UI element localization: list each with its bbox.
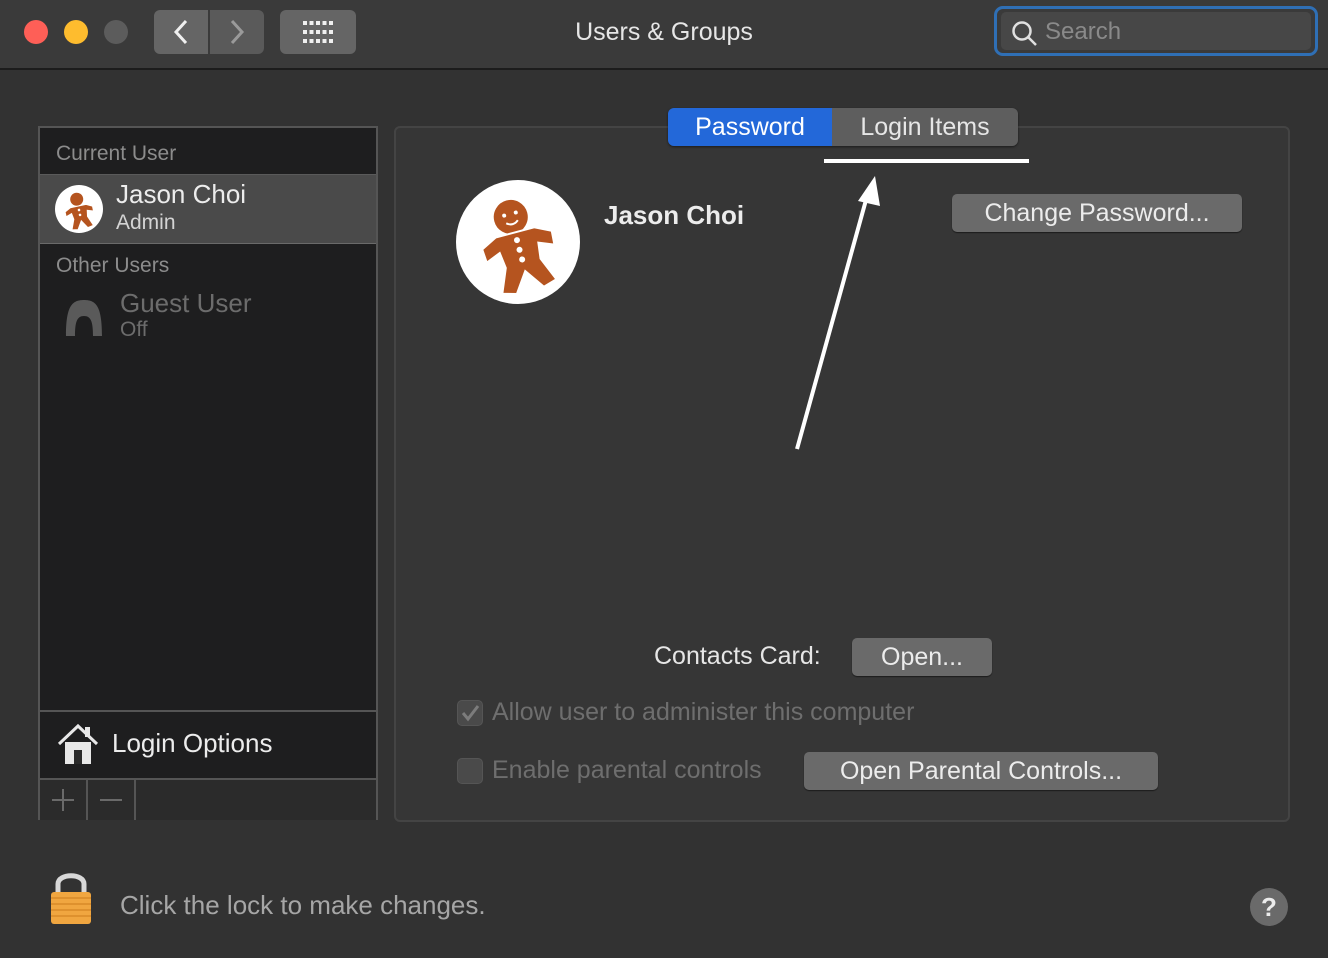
change-password-button[interactable]: Change Password... xyxy=(952,194,1242,232)
user-name: Jason Choi xyxy=(116,179,247,209)
login-options-item[interactable]: Login Options xyxy=(40,710,376,780)
user-role: Admin xyxy=(116,211,176,234)
login-options-label: Login Options xyxy=(112,728,273,758)
other-users-label: Other Users xyxy=(56,254,170,277)
contacts-card-label: Contacts Card: xyxy=(654,642,821,670)
checkmark-icon xyxy=(461,705,480,722)
house-icon xyxy=(57,723,99,764)
guest-user-icon xyxy=(66,300,102,336)
allow-admin-label: Allow user to administer this computer xyxy=(492,698,915,726)
open-parental-controls-button[interactable]: Open Parental Controls... xyxy=(804,752,1158,790)
open-contacts-button[interactable]: Open... xyxy=(852,638,992,676)
tab-bar: Password Login Items xyxy=(668,108,1018,146)
search-input[interactable] xyxy=(1045,17,1305,47)
minus-icon xyxy=(100,799,122,801)
user-list: Current User Jason Choi Admin Other User… xyxy=(38,126,378,820)
guest-user-status: Off xyxy=(120,318,148,341)
add-user-button[interactable] xyxy=(40,780,88,820)
title-bar: Users & Groups xyxy=(0,0,1328,70)
plus-icon xyxy=(52,789,74,811)
lock-icon[interactable] xyxy=(48,868,94,926)
allow-admin-checkbox[interactable] xyxy=(457,700,483,726)
parental-controls-label: Enable parental controls xyxy=(492,756,762,784)
list-toolbar xyxy=(40,778,376,820)
user-avatar-large[interactable] xyxy=(456,180,580,304)
user-row-guest[interactable]: Guest User Off xyxy=(40,286,376,354)
avatar xyxy=(55,185,103,233)
guest-user-name: Guest User xyxy=(120,288,252,318)
remove-user-button[interactable] xyxy=(88,780,136,820)
tab-password[interactable]: Password xyxy=(668,108,832,146)
lock-message: Click the lock to make changes. xyxy=(120,890,486,920)
search-icon xyxy=(1012,21,1037,46)
user-row-current[interactable]: Jason Choi Admin xyxy=(40,174,376,244)
current-user-label: Current User xyxy=(56,142,177,165)
tab-login-items[interactable]: Login Items xyxy=(832,108,1018,146)
user-full-name: Jason Choi xyxy=(604,200,745,230)
parental-controls-checkbox[interactable] xyxy=(457,758,483,784)
help-button[interactable]: ? xyxy=(1250,888,1288,926)
search-field[interactable] xyxy=(994,6,1318,56)
